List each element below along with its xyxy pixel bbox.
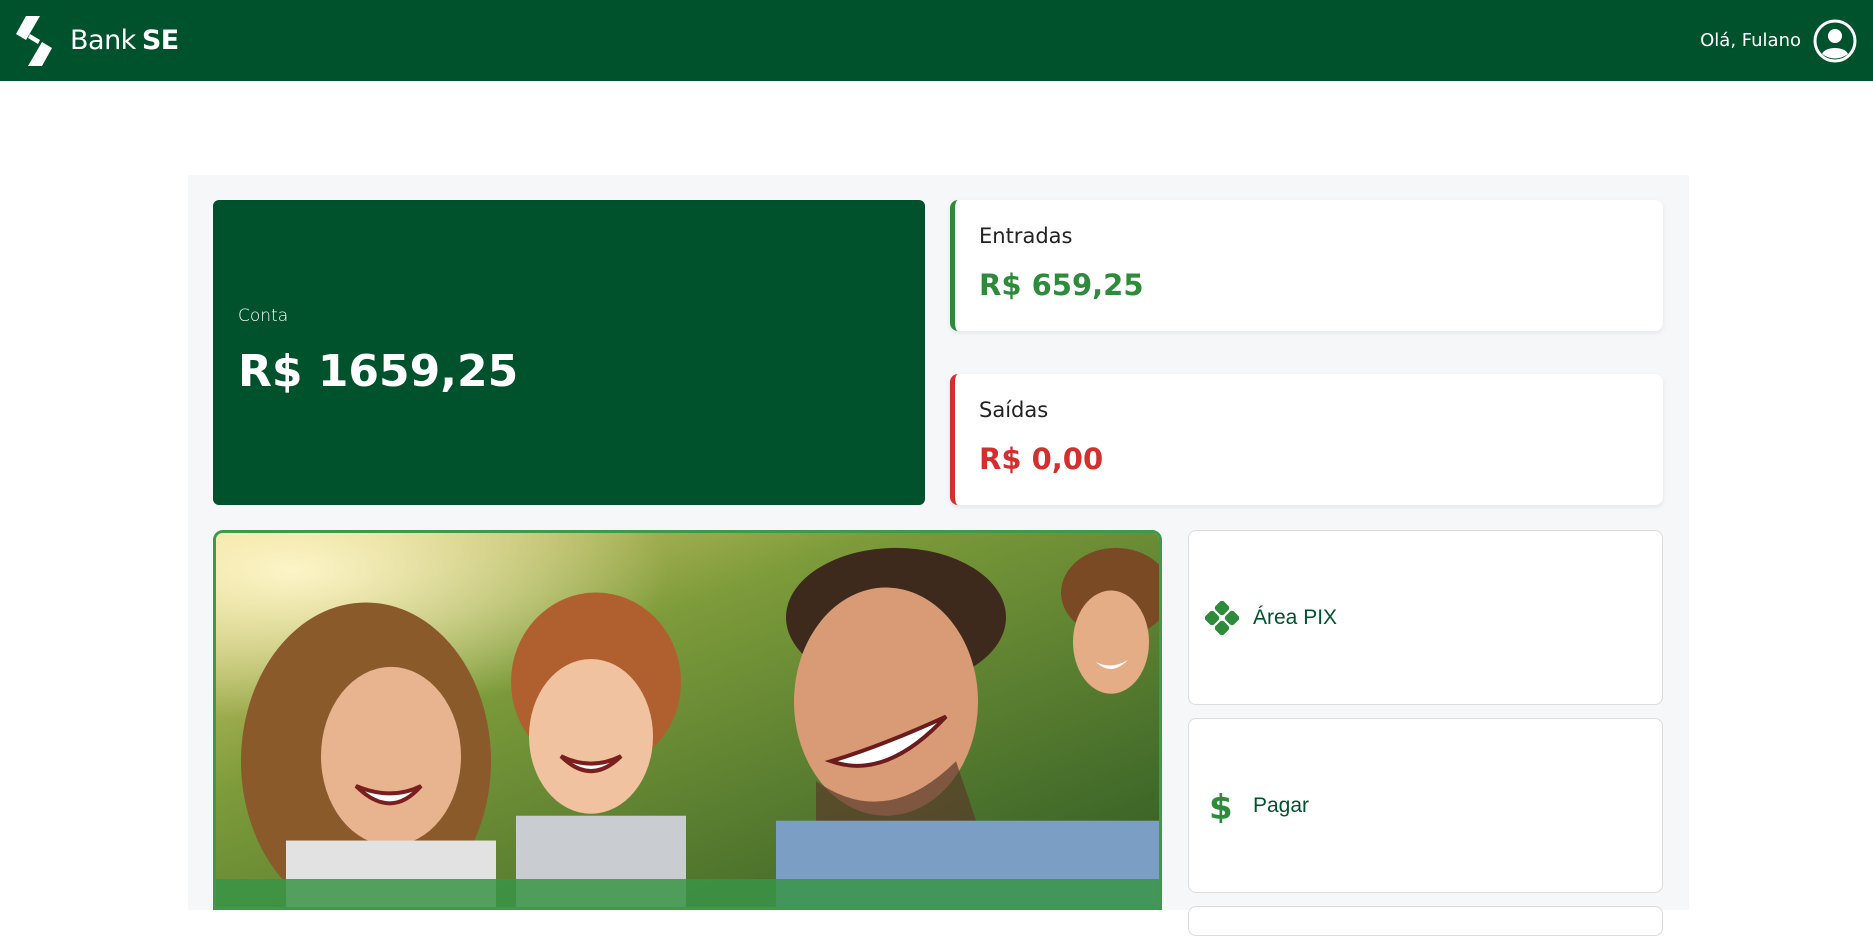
dollar-icon: $ bbox=[1209, 789, 1233, 823]
pix-area-button[interactable]: Área PIX bbox=[1188, 530, 1663, 705]
expenses-value: R$ 0,00 bbox=[979, 442, 1104, 476]
top-navbar: Bank SE Olá, Fulano bbox=[0, 0, 1873, 81]
pay-button[interactable]: $ Pagar bbox=[1188, 718, 1663, 893]
income-value: R$ 659,25 bbox=[979, 268, 1144, 302]
promo-banner[interactable] bbox=[213, 530, 1162, 910]
account-balance: R$ 1659,25 bbox=[238, 346, 519, 397]
family-photo bbox=[216, 533, 1159, 907]
expenses-label: Saídas bbox=[979, 398, 1049, 422]
income-card: Entradas R$ 659,25 bbox=[950, 200, 1663, 331]
more-actions-card[interactable] bbox=[1188, 906, 1663, 936]
income-label: Entradas bbox=[979, 224, 1073, 248]
brand-name: Bank SE bbox=[70, 25, 179, 56]
expenses-card: Saídas R$ 0,00 bbox=[950, 374, 1663, 505]
user-circle-icon[interactable] bbox=[1813, 19, 1857, 63]
banner-caption-strip bbox=[216, 879, 1159, 907]
account-label: Conta bbox=[238, 306, 289, 326]
pix-icon bbox=[1205, 600, 1239, 635]
svg-text:$: $ bbox=[1209, 789, 1233, 823]
pix-area-label: Área PIX bbox=[1253, 605, 1338, 629]
bank-logo-icon bbox=[16, 15, 52, 66]
user-menu[interactable]: Olá, Fulano bbox=[1700, 19, 1857, 63]
brand[interactable]: Bank SE bbox=[16, 15, 179, 66]
pay-label: Pagar bbox=[1253, 793, 1310, 817]
user-greeting: Olá, Fulano bbox=[1700, 30, 1801, 51]
account-balance-card: Conta R$ 1659,25 bbox=[213, 200, 925, 505]
